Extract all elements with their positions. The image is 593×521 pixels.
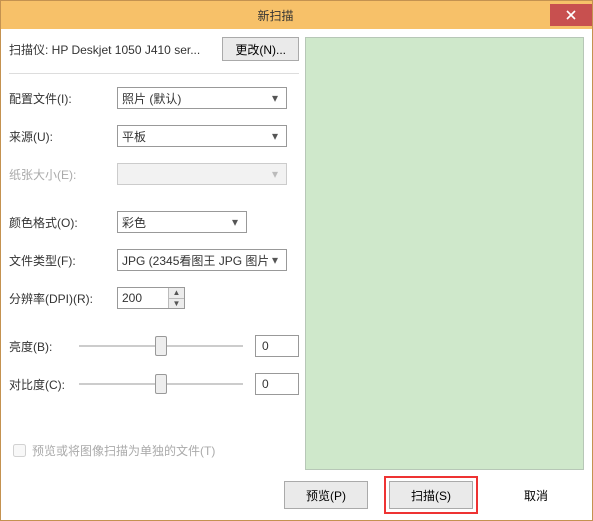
brightness-row: 亮度(B): 0: [9, 334, 299, 358]
footer: 预览(P) 扫描(S) 取消: [1, 470, 592, 520]
preview-button[interactable]: 预览(P): [284, 481, 368, 509]
scanner-row: 扫描仪: HP Deskjet 1050 J410 ser... 更改(N)..…: [9, 37, 299, 61]
separate-files-label: 预览或将图像扫描为单独的文件(T): [32, 442, 215, 459]
contrast-slider[interactable]: [79, 373, 243, 395]
contrast-label: 对比度(C):: [9, 376, 79, 393]
chevron-down-icon: ▾: [268, 91, 282, 105]
profile-value: 照片 (默认): [122, 90, 268, 107]
divider: [9, 73, 299, 74]
slider-thumb[interactable]: [155, 374, 167, 394]
color-format-row: 颜色格式(O): 彩色 ▾: [9, 210, 299, 234]
profile-label: 配置文件(I):: [9, 90, 117, 107]
file-type-combo[interactable]: JPG (2345看图王 JPG 图片 ▾: [117, 249, 287, 271]
spinner-down-button[interactable]: ▼: [168, 299, 184, 309]
close-button[interactable]: [550, 4, 592, 26]
separate-files-row: 预览或将图像扫描为单独的文件(T): [9, 441, 299, 460]
preview-pane: [305, 37, 584, 470]
paper-size-label: 纸张大小(E):: [9, 166, 117, 183]
source-row: 来源(U): 平板 ▾: [9, 124, 299, 148]
separate-files-checkbox: [13, 444, 26, 457]
window-title: 新扫描: [1, 7, 550, 24]
color-format-label: 颜色格式(O):: [9, 214, 117, 231]
profile-row: 配置文件(I): 照片 (默认) ▾: [9, 86, 299, 110]
color-format-value: 彩色: [122, 214, 228, 231]
scan-button-highlight: 扫描(S): [384, 476, 478, 514]
slider-thumb[interactable]: [155, 336, 167, 356]
dpi-label: 分辨率(DPI)(R):: [9, 290, 117, 307]
paper-size-row: 纸张大小(E): ▾: [9, 162, 299, 186]
source-label: 来源(U):: [9, 128, 117, 145]
chevron-down-icon: ▾: [268, 253, 282, 267]
cancel-button[interactable]: 取消: [494, 481, 578, 509]
change-scanner-button[interactable]: 更改(N)...: [222, 37, 299, 61]
brightness-label: 亮度(B):: [9, 338, 79, 355]
contrast-row: 对比度(C): 0: [9, 372, 299, 396]
spinner-buttons: ▲ ▼: [168, 288, 184, 308]
file-type-value: JPG (2345看图王 JPG 图片: [122, 252, 268, 269]
chevron-down-icon: ▾: [228, 215, 242, 229]
dpi-spinner[interactable]: 200 ▲ ▼: [117, 287, 185, 309]
dpi-row: 分辨率(DPI)(R): 200 ▲ ▼: [9, 286, 299, 310]
color-format-combo[interactable]: 彩色 ▾: [117, 211, 247, 233]
chevron-down-icon: ▾: [268, 129, 282, 143]
spinner-up-button[interactable]: ▲: [168, 288, 184, 299]
chevron-down-icon: ▾: [268, 167, 282, 181]
paper-size-combo: ▾: [117, 163, 287, 185]
contrast-value-box[interactable]: 0: [255, 373, 299, 395]
titlebar: 新扫描: [1, 1, 592, 29]
close-icon: [566, 10, 576, 20]
scanner-label: 扫描仪: HP Deskjet 1050 J410 ser...: [9, 41, 222, 58]
client-area: 扫描仪: HP Deskjet 1050 J410 ser... 更改(N)..…: [1, 29, 592, 470]
new-scan-dialog: 新扫描 扫描仪: HP Deskjet 1050 J410 ser... 更改(…: [0, 0, 593, 521]
file-type-label: 文件类型(F):: [9, 252, 117, 269]
file-type-row: 文件类型(F): JPG (2345看图王 JPG 图片 ▾: [9, 248, 299, 272]
profile-combo[interactable]: 照片 (默认) ▾: [117, 87, 287, 109]
source-combo[interactable]: 平板 ▾: [117, 125, 287, 147]
dpi-value: 200: [118, 291, 168, 305]
brightness-value-box[interactable]: 0: [255, 335, 299, 357]
source-value: 平板: [122, 128, 268, 145]
brightness-slider[interactable]: [79, 335, 243, 357]
settings-pane: 扫描仪: HP Deskjet 1050 J410 ser... 更改(N)..…: [9, 37, 299, 470]
scan-button[interactable]: 扫描(S): [389, 481, 473, 509]
